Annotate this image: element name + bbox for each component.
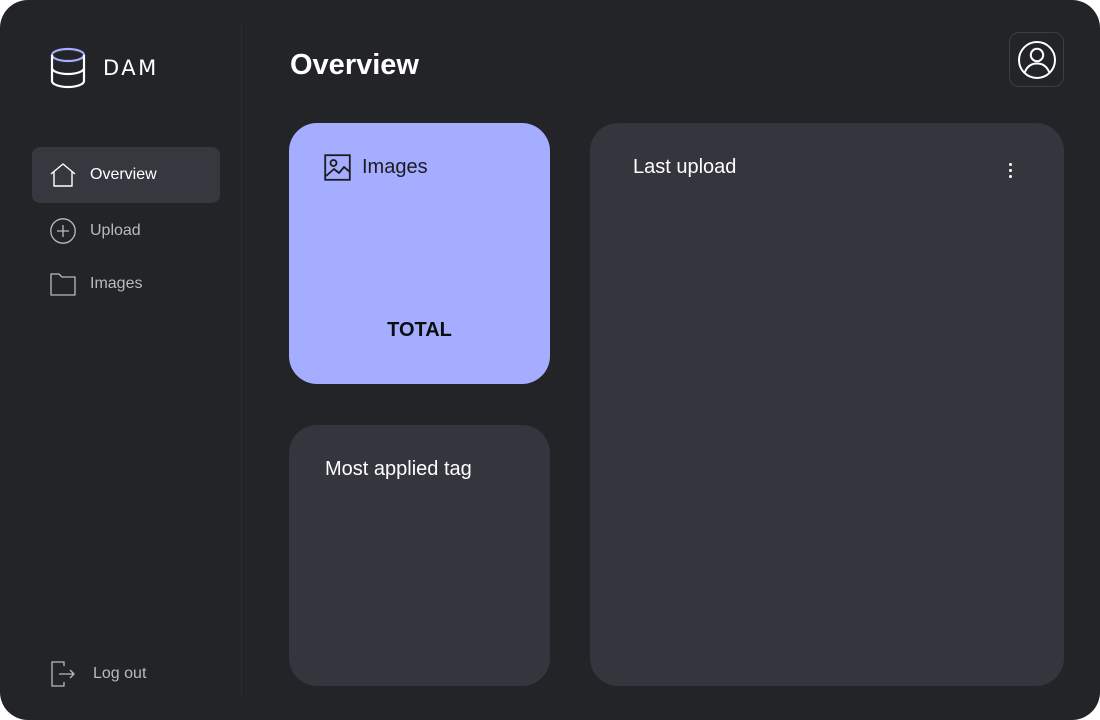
logout-icon — [48, 659, 78, 689]
images-card-header: Images — [324, 154, 428, 181]
menu-dot — [1008, 174, 1012, 178]
logout-button[interactable]: Log out — [32, 654, 220, 694]
images-total-card[interactable]: Images TOTAL — [289, 123, 550, 384]
logout-label: Log out — [93, 665, 147, 682]
menu-dot — [1008, 168, 1012, 172]
sidebar: DAM Overview Upload Images Log out — [0, 24, 242, 696]
user-circle-icon — [1017, 40, 1056, 79]
last-upload-title: Last upload — [633, 156, 737, 178]
sidebar-item-label: Overview — [90, 166, 157, 183]
image-icon — [324, 154, 351, 181]
most-applied-tag-title: Most applied tag — [325, 458, 472, 480]
brand: DAM — [50, 46, 159, 90]
total-label: TOTAL — [387, 319, 452, 341]
sidebar-item-overview[interactable]: Overview — [32, 147, 220, 203]
home-icon — [48, 160, 78, 190]
menu-dot — [1008, 162, 1012, 166]
brand-name: DAM — [103, 56, 159, 80]
sidebar-item-label: Images — [90, 275, 143, 292]
app-window: DAM Overview Upload Images Log out Overv… — [0, 0, 1100, 720]
more-vertical-icon[interactable] — [1000, 159, 1020, 181]
plus-circle-icon — [48, 216, 78, 246]
sidebar-item-images[interactable]: Images — [32, 256, 220, 312]
database-icon — [50, 47, 86, 89]
sidebar-item-upload[interactable]: Upload — [32, 203, 220, 259]
page-title: Overview — [290, 49, 419, 81]
last-upload-card[interactable]: Last upload — [590, 123, 1064, 686]
sidebar-item-label: Upload — [90, 222, 141, 239]
images-card-title: Images — [362, 156, 428, 178]
most-applied-tag-card[interactable]: Most applied tag — [289, 425, 550, 686]
profile-button[interactable] — [1009, 32, 1064, 87]
folder-icon — [48, 269, 78, 299]
